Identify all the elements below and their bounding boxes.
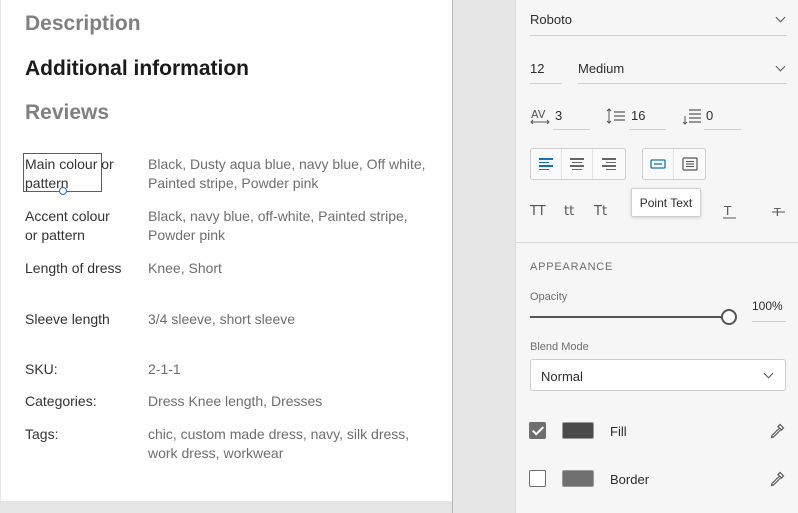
- artboard[interactable]: Description Additional information Revie…: [1, 0, 452, 501]
- align-center-button[interactable]: [562, 149, 593, 179]
- border-eyedropper-icon[interactable]: [769, 471, 785, 487]
- attribute-value-length[interactable]: Knee, Short: [148, 259, 443, 278]
- svg-text:AV: AV: [531, 108, 546, 121]
- attribute-value-sleeve[interactable]: 3/4 sleeve, short sleeve: [148, 310, 443, 329]
- opacity-value-input[interactable]: 100%: [752, 299, 783, 313]
- blend-mode-label: Blend Mode: [530, 341, 589, 353]
- paragraph-spacing-input[interactable]: 0: [706, 108, 713, 123]
- paragraph-spacing-icon: [682, 109, 701, 125]
- point-text-button[interactable]: [643, 149, 674, 179]
- character-spacing-icon: AV: [530, 108, 550, 124]
- font-size-underline: [530, 83, 562, 84]
- line-spacing-icon: [606, 108, 625, 124]
- align-left-icon: [539, 158, 553, 170]
- border-checkbox[interactable]: [529, 470, 546, 487]
- section-divider: [515, 242, 798, 243]
- lowercase-button[interactable]: tt: [564, 204, 574, 219]
- attribute-value-main-colour[interactable]: Black, Dusty aqua blue, navy blue, Off w…: [148, 155, 443, 193]
- font-weight-select[interactable]: Medium: [578, 61, 624, 76]
- fill-color-swatch[interactable]: [562, 422, 594, 439]
- text-align-group: [530, 148, 626, 180]
- point-text-tooltip: Point Text: [631, 188, 701, 217]
- border-label: Border: [610, 472, 650, 487]
- svg-text:T: T: [723, 204, 732, 218]
- pasteboard[interactable]: [453, 0, 515, 513]
- sku-value[interactable]: 2-1-1: [148, 360, 443, 379]
- tab-reviews[interactable]: Reviews: [25, 101, 109, 125]
- font-family-select[interactable]: Roboto: [530, 12, 572, 27]
- fill-checkbox[interactable]: [529, 422, 546, 439]
- appearance-section-title: APPEARANCE: [530, 261, 614, 273]
- font-weight-underline: [578, 83, 787, 84]
- char-spacing-underline: [553, 129, 590, 130]
- attribute-value-accent-colour[interactable]: Black, navy blue, off-white, Painted str…: [148, 207, 443, 245]
- opacity-slider-track[interactable]: [530, 316, 722, 318]
- attribute-label-sleeve[interactable]: Sleeve length: [25, 310, 145, 329]
- design-canvas[interactable]: Description Additional information Revie…: [0, 0, 453, 513]
- tags-label[interactable]: Tags:: [25, 425, 125, 444]
- align-right-button[interactable]: [593, 149, 624, 179]
- paragraph-spacing-underline: [704, 129, 741, 130]
- sku-label[interactable]: SKU:: [25, 360, 125, 379]
- blend-mode-value[interactable]: Normal: [541, 369, 583, 384]
- text-type-group: [642, 148, 706, 180]
- tags-value[interactable]: chic, custom made dress, navy, silk dres…: [148, 425, 433, 463]
- opacity-value-underline: [752, 321, 786, 322]
- opacity-label: Opacity: [530, 291, 568, 303]
- underline-icon[interactable]: T: [723, 204, 737, 220]
- line-spacing-input[interactable]: 16: [631, 108, 645, 123]
- attribute-label-length[interactable]: Length of dress: [25, 259, 125, 278]
- area-text-icon: [681, 157, 698, 171]
- font-family-underline: [530, 35, 787, 36]
- area-text-button[interactable]: [674, 149, 705, 179]
- character-spacing-input[interactable]: 3: [555, 108, 562, 123]
- fill-label: Fill: [610, 424, 627, 439]
- line-spacing-underline: [629, 129, 666, 130]
- tab-description[interactable]: Description: [25, 12, 141, 36]
- attribute-label-accent-colour[interactable]: Accent colour or pattern: [25, 207, 125, 245]
- categories-value[interactable]: Dress Knee length, Dresses: [148, 392, 443, 411]
- align-right-icon: [601, 158, 616, 170]
- selection-resize-handle[interactable]: [59, 187, 67, 195]
- font-size-input[interactable]: 12: [530, 61, 544, 76]
- point-text-icon: [650, 159, 666, 169]
- tab-additional-information[interactable]: Additional information: [25, 57, 249, 81]
- fill-eyedropper-icon[interactable]: [769, 423, 785, 439]
- border-color-swatch[interactable]: [562, 470, 594, 487]
- align-center-icon: [570, 158, 584, 170]
- strikethrough-icon[interactable]: T: [772, 204, 786, 220]
- property-inspector: [515, 0, 798, 513]
- categories-label[interactable]: Categories:: [25, 392, 125, 411]
- titlecase-button[interactable]: Tt: [594, 204, 607, 219]
- uppercase-button[interactable]: TT: [530, 204, 546, 219]
- align-left-button[interactable]: [531, 149, 562, 179]
- opacity-slider-thumb[interactable]: [721, 309, 737, 325]
